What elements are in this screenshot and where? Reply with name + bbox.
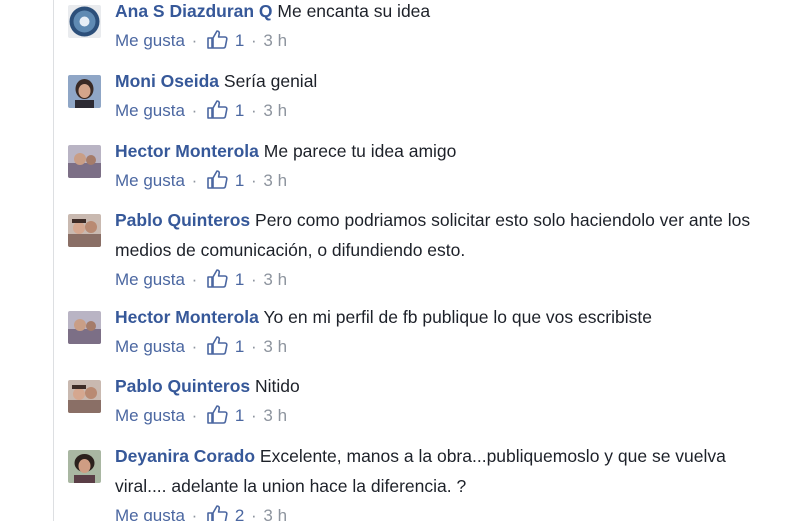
avatar[interactable] — [68, 145, 101, 178]
comment-timestamp[interactable]: 3 h — [263, 406, 287, 425]
separator-dot: · — [191, 337, 198, 356]
comment-author[interactable]: Hector Monterola — [115, 141, 259, 161]
comment-author[interactable]: Pablo Quinteros — [115, 210, 250, 230]
comment-actions: Me gusta · 1 · 3 h — [115, 99, 775, 122]
separator-dot: · — [251, 270, 257, 289]
thread-divider — [53, 0, 54, 521]
like-count[interactable]: 1 — [235, 337, 244, 356]
like-link[interactable]: Me gusta — [115, 406, 185, 425]
avatar[interactable] — [68, 75, 101, 108]
avatar[interactable] — [68, 450, 101, 483]
comment-timestamp[interactable]: 3 h — [263, 101, 287, 120]
separator-dot: · — [251, 171, 257, 190]
like-link[interactable]: Me gusta — [115, 270, 185, 289]
comment-timestamp[interactable]: 3 h — [263, 506, 287, 521]
separator-dot: · — [251, 101, 257, 120]
thumbs-up-icon — [206, 29, 228, 49]
like-count[interactable]: 1 — [235, 31, 244, 50]
avatar[interactable] — [68, 380, 101, 413]
like-link[interactable]: Me gusta — [115, 337, 185, 356]
like-count[interactable]: 1 — [235, 101, 244, 120]
avatar[interactable] — [68, 311, 101, 344]
like-link[interactable]: Me gusta — [115, 171, 185, 190]
separator-dot: · — [191, 406, 198, 425]
thumbs-up-icon — [206, 404, 228, 424]
comment-timestamp[interactable]: 3 h — [263, 270, 287, 289]
comment-author[interactable]: Ana S Diazduran Q — [115, 1, 273, 21]
separator-dot: · — [191, 270, 198, 289]
thumbs-up-icon — [206, 99, 228, 119]
like-count[interactable]: 2 — [235, 506, 244, 521]
separator-dot: · — [191, 101, 198, 120]
like-link[interactable]: Me gusta — [115, 506, 185, 521]
comment-text: Sería genial — [223, 71, 318, 91]
thumbs-up-icon — [206, 335, 228, 355]
thumbs-up-icon — [206, 268, 228, 288]
comment-text: Nitido — [255, 376, 300, 396]
like-link[interactable]: Me gusta — [115, 31, 185, 50]
separator-dot: · — [251, 337, 257, 356]
avatar[interactable] — [68, 214, 101, 247]
thumbs-up-icon — [206, 169, 228, 189]
separator-dot: · — [191, 506, 198, 521]
comment-text: Me parece tu idea amigo — [263, 141, 457, 161]
comment-text: Yo en mi perfil de fb publique lo que vo… — [263, 307, 652, 327]
separator-dot: · — [191, 171, 198, 190]
comment-actions: Me gusta · 2 · 3 h — [115, 504, 775, 521]
comment-actions: Me gusta · 1 · 3 h — [115, 29, 775, 52]
separator-dot: · — [251, 506, 257, 521]
comment-actions: Me gusta · 1 · 3 h — [115, 169, 775, 192]
like-count[interactable]: 1 — [235, 270, 244, 289]
comment-author[interactable]: Moni Oseida — [115, 71, 219, 91]
comment-timestamp[interactable]: 3 h — [263, 31, 287, 50]
comment-actions: Me gusta · 1 · 3 h — [115, 404, 775, 427]
comment-author[interactable]: Hector Monterola — [115, 307, 259, 327]
comment-timestamp[interactable]: 3 h — [263, 337, 287, 356]
like-count[interactable]: 1 — [235, 171, 244, 190]
comments-panel: Ana S Diazduran Q Me encanta su idea Me … — [0, 0, 800, 521]
separator-dot: · — [191, 31, 198, 50]
like-count[interactable]: 1 — [235, 406, 244, 425]
separator-dot: · — [251, 406, 257, 425]
separator-dot: · — [251, 31, 257, 50]
comment-author[interactable]: Deyanira Corado — [115, 446, 255, 466]
comment-actions: Me gusta · 1 · 3 h — [115, 335, 775, 358]
thumbs-up-icon — [206, 504, 228, 521]
like-link[interactable]: Me gusta — [115, 101, 185, 120]
avatar[interactable] — [68, 5, 101, 38]
comment-actions: Me gusta · 1 · 3 h — [115, 268, 775, 291]
comment-author[interactable]: Pablo Quinteros — [115, 376, 250, 396]
comment-timestamp[interactable]: 3 h — [263, 171, 287, 190]
comment-text: Me encanta su idea — [277, 1, 431, 21]
